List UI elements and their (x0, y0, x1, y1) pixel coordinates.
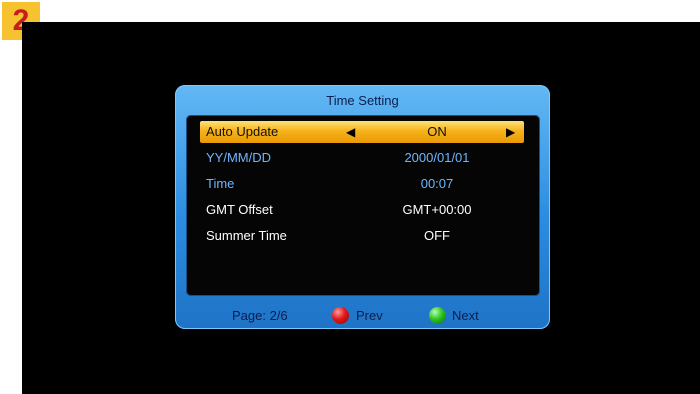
setting-value: 2000/01/01 (404, 150, 470, 165)
setting-label: Summer Time (206, 228, 287, 243)
arrow-left-icon[interactable]: ◀ (346, 121, 355, 143)
setting-row-gmt-offset[interactable]: GMT Offset GMT+00:00 (200, 199, 524, 221)
prev-button[interactable]: Prev (356, 306, 383, 326)
setting-value: GMT+00:00 (402, 202, 472, 217)
red-button-icon (332, 307, 349, 324)
page-indicator: Page: 2/6 (232, 308, 288, 323)
setting-label: YY/MM/DD (206, 150, 271, 165)
dialog-title: Time Setting (326, 93, 399, 108)
setting-label: GMT Offset (206, 202, 273, 217)
arrow-right-icon[interactable]: ▶ (506, 121, 515, 143)
next-button[interactable]: Next (452, 306, 479, 326)
setting-value: ON (427, 124, 447, 139)
setting-label: Time (206, 176, 235, 191)
setting-value: 00:07 (420, 176, 454, 191)
tv-screen: Time Setting Auto Update ◀ ON ▶ YY/MM/DD… (22, 22, 700, 394)
settings-panel: Auto Update ◀ ON ▶ YY/MM/DD 2000/01/01 T… (186, 115, 540, 296)
green-button-icon (429, 307, 446, 324)
setting-label: Auto Update (206, 124, 279, 139)
dialog-footer: Page: 2/6 Prev Next (175, 306, 550, 326)
setting-row-date[interactable]: YY/MM/DD 2000/01/01 (200, 147, 524, 169)
setting-row-auto-update[interactable]: Auto Update ◀ ON ▶ (200, 121, 524, 143)
setting-row-time[interactable]: Time 00:07 (200, 173, 524, 195)
setting-value: OFF (424, 228, 450, 243)
setting-row-summer-time[interactable]: Summer Time OFF (200, 225, 524, 247)
time-setting-dialog: Time Setting Auto Update ◀ ON ▶ YY/MM/DD… (175, 85, 550, 329)
